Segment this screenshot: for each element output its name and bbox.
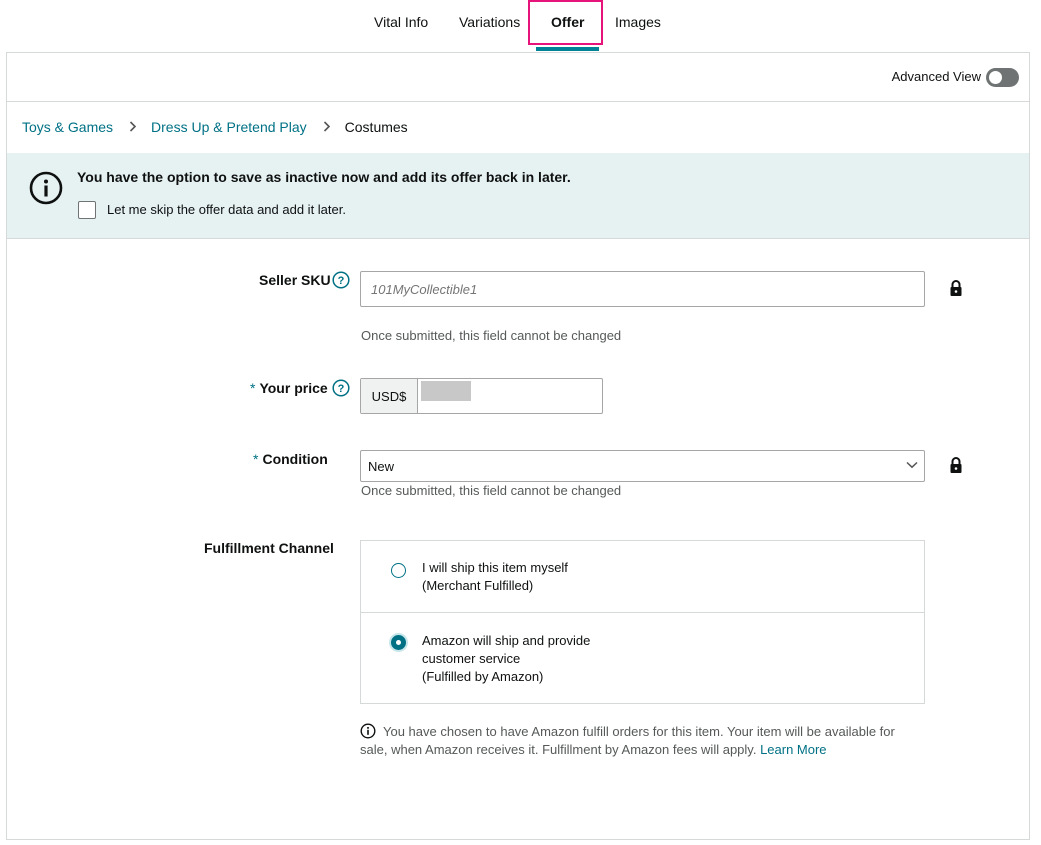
lock-icon: [950, 280, 962, 296]
breadcrumb-dress-up[interactable]: Dress Up & Pretend Play: [151, 119, 307, 135]
seller-sku-label: Seller SKU: [259, 272, 331, 288]
advanced-view-bar: Advanced View: [7, 53, 1029, 102]
price-value-redacted: [421, 381, 471, 401]
svg-text:?: ?: [338, 383, 345, 395]
fulfillment-options: I will ship this item myself (Merchant F…: [360, 540, 925, 704]
currency-prefix: USD$: [361, 379, 418, 413]
required-marker: *: [250, 380, 256, 396]
advanced-view-label: Advanced View: [891, 69, 981, 84]
skip-offer-checkbox[interactable]: [78, 201, 96, 219]
condition-label-text: Condition: [262, 451, 328, 467]
required-marker: *: [253, 451, 259, 467]
help-icon[interactable]: ?: [332, 271, 350, 289]
condition-label: * Condition: [253, 451, 328, 467]
banner-title: You have the option to save as inactive …: [77, 169, 571, 185]
seller-sku-hint: Once submitted, this field cannot be cha…: [361, 328, 622, 343]
fulfillment-channel-label: Fulfillment Channel: [204, 540, 334, 556]
lock-icon: [950, 457, 962, 473]
option-line: customer service: [422, 651, 521, 666]
tab-images[interactable]: Images: [615, 14, 661, 30]
learn-more-link[interactable]: Learn More: [760, 742, 826, 757]
tab-bar: Vital Info Variations Offer Images: [0, 0, 1041, 52]
merchant-option-text: I will ship this item myself (Merchant F…: [422, 559, 568, 595]
tab-variations[interactable]: Variations: [459, 14, 520, 30]
advanced-view-toggle[interactable]: [986, 68, 1019, 87]
active-tab-indicator: [536, 47, 599, 51]
chevron-down-icon: [906, 461, 918, 469]
tab-vital-info[interactable]: Vital Info: [374, 14, 428, 30]
option-line: Amazon will ship and provide: [422, 633, 591, 648]
chevron-right-icon: [129, 120, 137, 135]
price-field[interactable]: USD$: [360, 378, 603, 414]
condition-selected-value: New: [368, 459, 395, 474]
fulfillment-option-amazon[interactable]: Amazon will ship and provide customer se…: [361, 613, 924, 703]
breadcrumb: Toys & Games Dress Up & Pretend Play Cos…: [22, 119, 408, 135]
option-line: (Merchant Fulfilled): [422, 578, 534, 593]
svg-text:?: ?: [338, 275, 345, 287]
option-line: (Fulfilled by Amazon): [422, 669, 544, 684]
your-price-label: * Your price: [250, 380, 328, 396]
info-icon: [29, 171, 63, 205]
offer-panel: Advanced View Toys & Games Dress Up & Pr…: [6, 52, 1030, 840]
tab-offer[interactable]: Offer: [551, 14, 584, 30]
your-price-label-text: Your price: [259, 380, 328, 396]
help-icon[interactable]: ?: [332, 379, 350, 397]
breadcrumb-toys-games[interactable]: Toys & Games: [22, 119, 113, 135]
option-line: I will ship this item myself: [422, 560, 568, 575]
fba-note: You have chosen to have Amazon fulfill o…: [360, 723, 920, 759]
skip-offer-checkbox-label[interactable]: Let me skip the offer data and add it la…: [107, 202, 346, 217]
seller-sku-input[interactable]: [360, 271, 925, 307]
amazon-option-text: Amazon will ship and provide customer se…: [422, 632, 590, 686]
toggle-knob: [989, 71, 1002, 84]
radio-merchant-fulfilled[interactable]: [391, 563, 406, 578]
info-banner: You have the option to save as inactive …: [7, 153, 1029, 239]
breadcrumb-costumes: Costumes: [344, 119, 408, 135]
condition-hint: Once submitted, this field cannot be cha…: [361, 483, 622, 498]
info-icon: [360, 723, 376, 739]
condition-select[interactable]: New: [360, 450, 925, 482]
radio-fulfilled-by-amazon[interactable]: [391, 635, 406, 650]
fulfillment-option-merchant[interactable]: I will ship this item myself (Merchant F…: [361, 541, 924, 613]
chevron-right-icon: [323, 120, 331, 135]
